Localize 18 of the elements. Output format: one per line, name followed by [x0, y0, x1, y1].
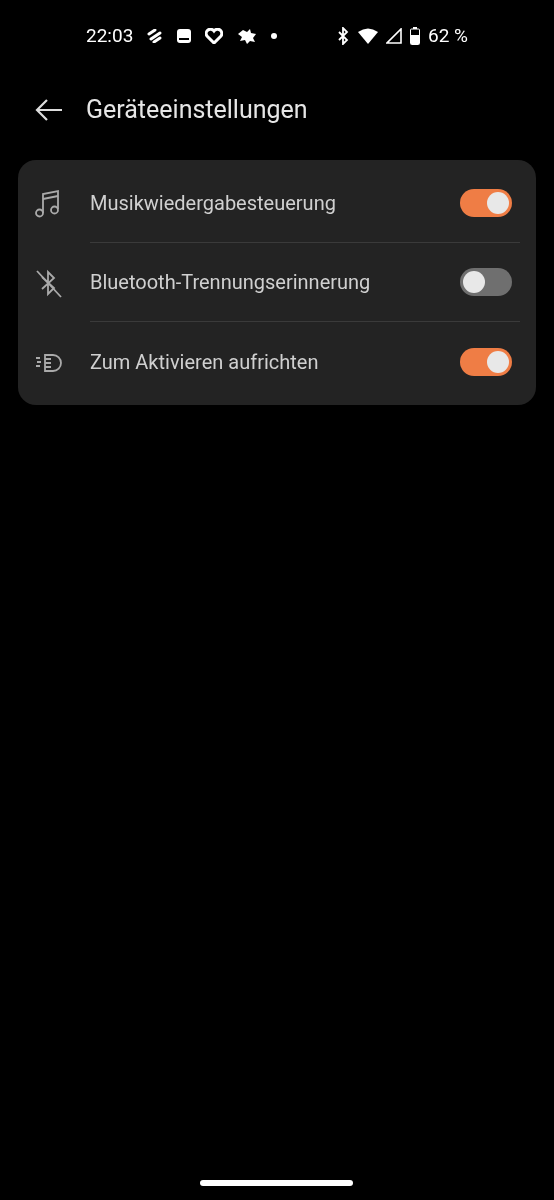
notification-icon: [147, 29, 164, 43]
battery-percentage: 62 %: [428, 22, 468, 49]
battery-icon: [410, 27, 420, 45]
wifi-icon: [358, 28, 378, 44]
setting-label: Bluetooth-Trennungserinnerung: [90, 269, 372, 296]
status-time: 22:03: [86, 22, 134, 49]
toggle-switch[interactable]: [460, 189, 512, 217]
bluetooth-off-icon: [34, 267, 62, 298]
toggle-switch[interactable]: [460, 347, 512, 376]
music-note-icon: [34, 188, 62, 219]
toggle-switch[interactable]: [460, 268, 512, 296]
signal-icon: [386, 28, 402, 44]
page-title: Geräteeinstellungen: [86, 94, 308, 127]
bluetooth-icon: [336, 27, 350, 45]
setting-label: Zum Aktivieren aufrichten: [90, 348, 320, 376]
setting-label: Musikwiedergabesteuerung: [90, 190, 337, 217]
heart-icon: [205, 28, 224, 44]
back-icon[interactable]: [34, 98, 64, 122]
